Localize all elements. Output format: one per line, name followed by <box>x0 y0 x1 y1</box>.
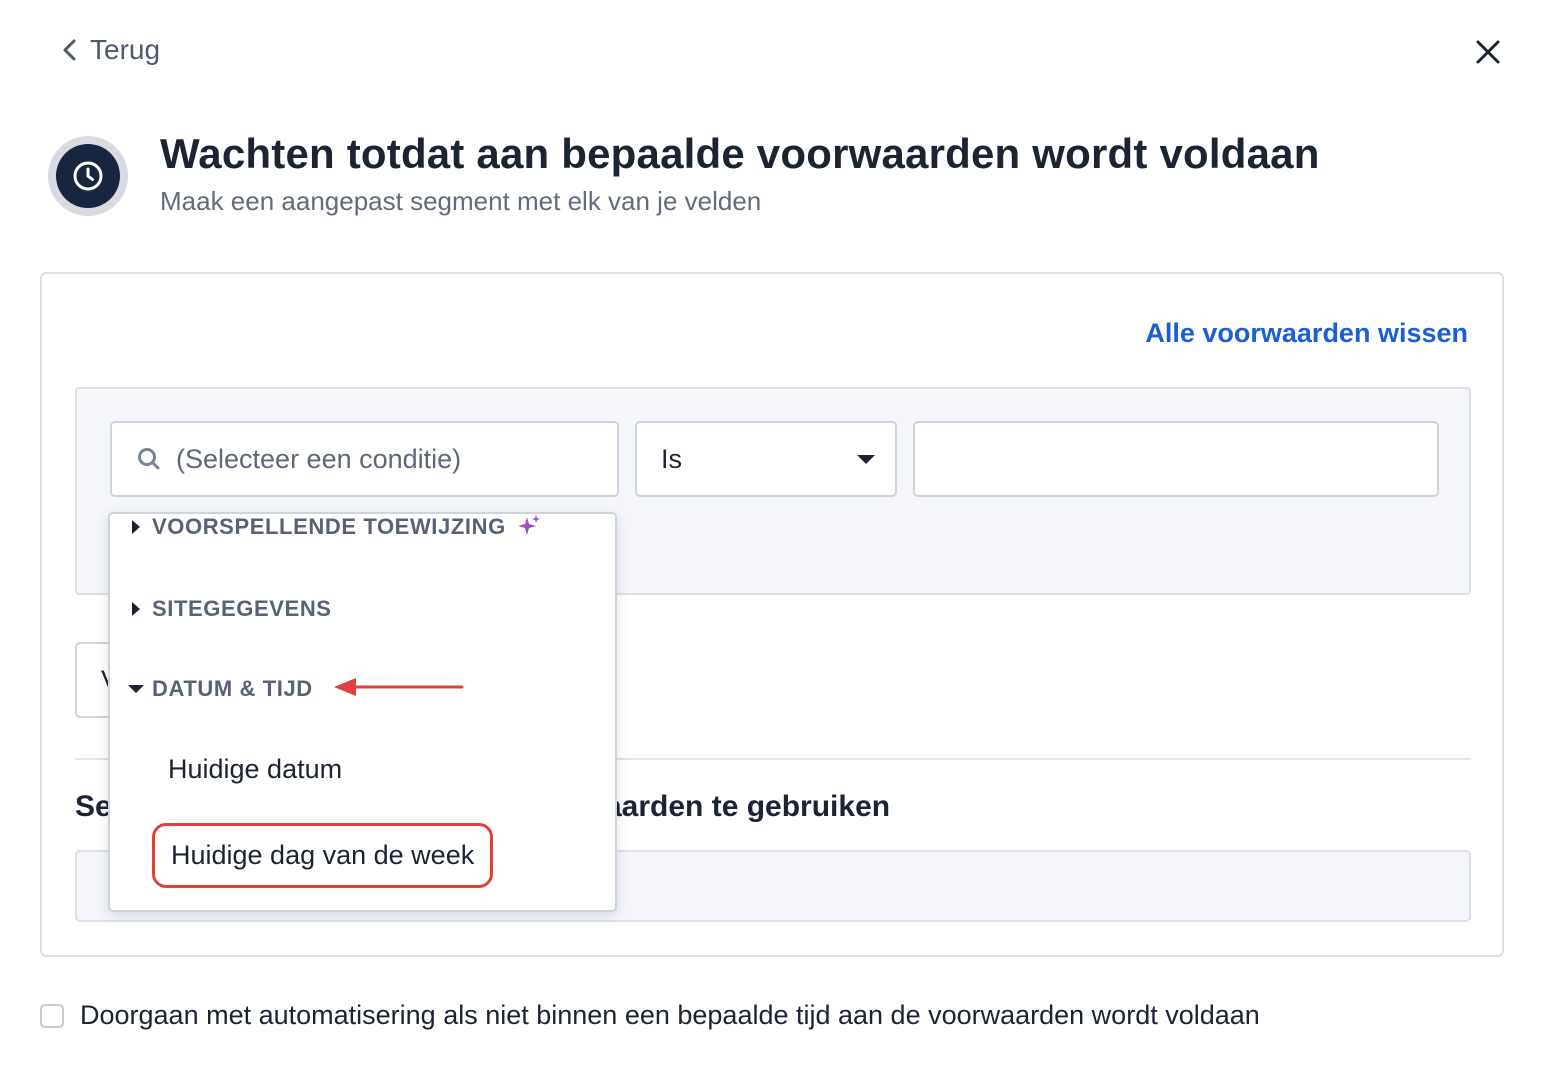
close-button[interactable] <box>1470 34 1506 70</box>
sparkle-icon <box>517 515 540 535</box>
item-current-weekday[interactable]: Huidige dag van de week <box>152 823 494 888</box>
triangle-down-icon <box>128 685 144 693</box>
segment-section-label: Se aarden te gebruiken <box>75 790 890 824</box>
triangle-right-icon <box>132 520 140 534</box>
back-link[interactable]: Terug <box>60 34 160 66</box>
operator-value: Is <box>661 443 683 474</box>
group-label: SITEGEGEVENS <box>152 596 332 621</box>
clear-conditions-link[interactable]: Alle voorwaarden wissen <box>1145 318 1468 349</box>
group-date-time[interactable]: DATUM & TIJD <box>110 676 313 702</box>
condition-dropdown: VOORSPELLENDE TOEWIJZING SITEGEGEVENS DA… <box>108 512 617 912</box>
section-label-end: aarden te gebruiken <box>605 790 891 823</box>
triangle-right-icon <box>132 602 140 616</box>
search-icon <box>138 448 160 470</box>
page-subtitle: Maak een aangepast segment met elk van j… <box>160 186 762 216</box>
condition-value-field[interactable] <box>913 421 1439 497</box>
caret-down-icon <box>857 454 875 464</box>
group-label: VOORSPELLENDE TOEWIJZING <box>152 514 506 539</box>
continue-checkbox-row[interactable]: Doorgaan met automatisering als niet bin… <box>40 1000 1260 1031</box>
item-current-date[interactable]: Huidige datum <box>168 754 342 785</box>
clock-icon <box>73 161 103 191</box>
chevron-left-icon <box>63 39 76 61</box>
group-site-data[interactable]: SITEGEGEVENS <box>110 596 332 622</box>
operator-select[interactable]: Is <box>635 421 897 497</box>
continue-checkbox[interactable] <box>40 1003 64 1028</box>
page-title: Wachten totdat aan bepaalde voorwaarden … <box>160 130 1320 177</box>
close-icon <box>1476 40 1500 64</box>
back-label: Terug <box>90 34 161 65</box>
annotation-arrow-icon <box>334 678 464 696</box>
section-label-start: Se <box>75 790 112 823</box>
group-label: DATUM & TIJD <box>152 676 313 701</box>
continue-checkbox-label: Doorgaan met automatisering als niet bin… <box>80 1000 1260 1030</box>
condition-search-field[interactable] <box>110 421 619 497</box>
step-icon <box>48 136 128 216</box>
condition-search-input[interactable] <box>176 443 596 475</box>
group-predictive[interactable]: VOORSPELLENDE TOEWIJZING <box>110 514 542 540</box>
